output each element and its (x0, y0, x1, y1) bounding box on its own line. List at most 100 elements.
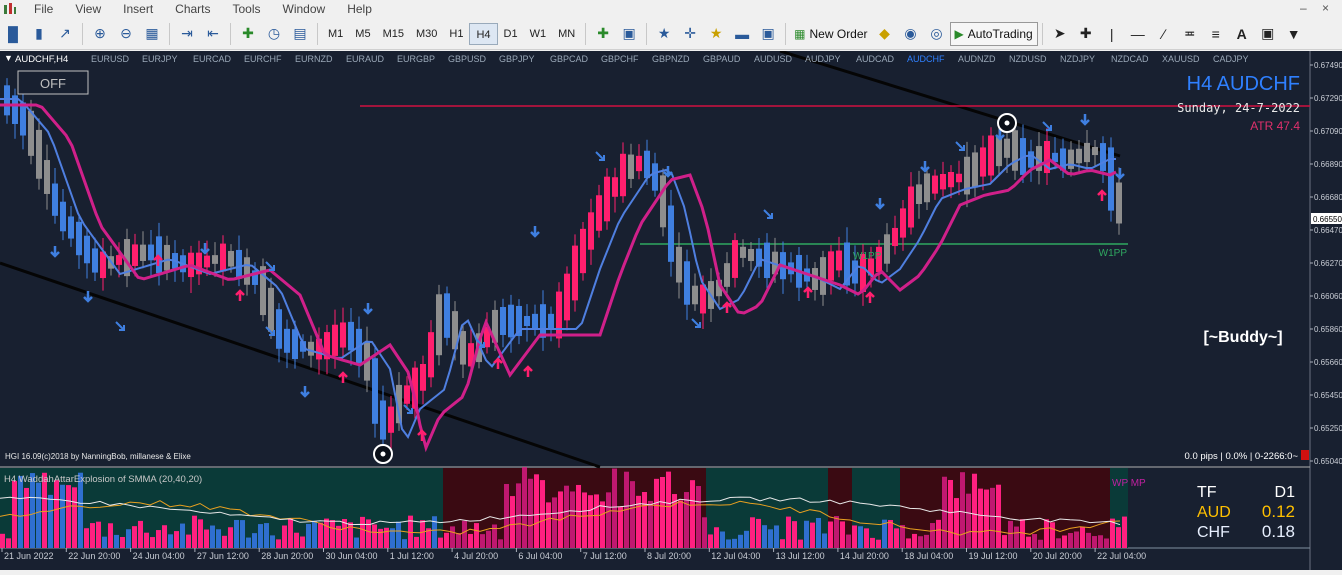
zoom-out-icon[interactable]: ⊖ (115, 23, 137, 45)
price-chart[interactable]: ▼ AUDCHF,H4 OFF EURUSD EURJPY EURCAD EURCHF… (0, 49, 1342, 570)
swing-low-marker[interactable] (373, 444, 393, 464)
cursor-icon[interactable]: ➤ (1049, 23, 1071, 45)
new-order-button[interactable]: ▦ New Order (790, 22, 871, 46)
pair-eurcad[interactable]: EURCAD (193, 54, 232, 64)
templates-icon[interactable]: ▤ (289, 23, 311, 45)
arrows-tool-icon[interactable]: ▼ (1283, 23, 1305, 45)
label-tool-icon[interactable]: ▣ (1257, 23, 1279, 45)
periods-icon[interactable]: ◷ (263, 23, 285, 45)
pair-audusd[interactable]: AUDUSD (754, 54, 793, 64)
navigator-icon[interactable]: ★ (705, 23, 727, 45)
candle-body (532, 313, 538, 329)
histogram-bar (612, 468, 617, 548)
close-all-icon[interactable] (1301, 450, 1309, 460)
pair-gbpaud[interactable]: GBPAUD (703, 54, 741, 64)
zoom-in-icon[interactable]: ⊕ (89, 23, 111, 45)
terminal-icon[interactable]: ▬ (731, 23, 753, 45)
candle-body (236, 249, 242, 279)
menu-window[interactable]: Window (272, 2, 337, 16)
tile-windows-icon[interactable]: ▦ (141, 23, 163, 45)
upper-trendline[interactable] (779, 49, 1121, 158)
menu-charts[interactable]: Charts (164, 2, 221, 16)
pair-nzdcad[interactable]: NZDCAD (1111, 54, 1149, 64)
text-tool-icon[interactable]: A (1231, 23, 1253, 45)
histogram-bar (444, 532, 449, 548)
histogram-bar (846, 534, 851, 548)
app-logo-icon (4, 3, 16, 14)
candle-body (444, 293, 450, 338)
pair-gbpnzd[interactable]: GBPNZD (652, 54, 690, 64)
pair-eurchf[interactable]: EURCHF (244, 54, 282, 64)
histogram-bar (858, 526, 863, 548)
chart-dropdown-icon[interactable]: ▼ (4, 53, 13, 63)
pair-eurusd[interactable]: EURUSD (91, 54, 130, 64)
horizontal-line-icon[interactable]: — (1127, 23, 1149, 45)
pair-eurgbp[interactable]: EURGBP (397, 54, 435, 64)
timeframe-d1[interactable]: D1 (498, 23, 524, 45)
pair-audjpy[interactable]: AUDJPY (805, 54, 841, 64)
vertical-line-icon[interactable]: | (1101, 23, 1123, 45)
equidistant-channel-icon[interactable]: ≖ (1179, 23, 1201, 45)
pair-nzdusd[interactable]: NZDUSD (1009, 54, 1047, 64)
pair-euraud[interactable]: EURAUD (346, 54, 385, 64)
crosshair-tool-icon[interactable]: ✚ (1075, 23, 1097, 45)
candle-body (228, 250, 234, 267)
pair-gbpusd[interactable]: GBPUSD (448, 54, 487, 64)
pair-cadjpy[interactable]: CADJPY (1213, 54, 1249, 64)
pair-gbpcad[interactable]: GBPCAD (550, 54, 589, 64)
indicators-icon[interactable]: ✚ (237, 23, 259, 45)
timeframe-h4[interactable]: H4 (469, 22, 498, 45)
histogram-bar (822, 533, 827, 548)
candle-body (292, 329, 298, 360)
pair-eurjpy[interactable]: EURJPY (142, 54, 178, 64)
pair-gbpchf[interactable]: GBPCHF (601, 54, 639, 64)
pair-audnzd[interactable]: AUDNZD (958, 54, 996, 64)
pair-nzdjpy[interactable]: NZDJPY (1060, 54, 1095, 64)
bar-chart-icon[interactable]: █ (2, 23, 24, 45)
minimize-icon[interactable]: – (1300, 1, 1307, 15)
line-chart-icon[interactable]: ↗ (54, 23, 76, 45)
pair-audchf[interactable]: AUDCHF (907, 54, 945, 64)
sell-signal-arrow (50, 246, 60, 258)
sell-signal-arrow (530, 226, 540, 238)
autotrading-button[interactable]: ▶ AutoTrading (949, 21, 1038, 46)
menu-tools[interactable]: Tools (222, 2, 272, 16)
chart-shift-icon[interactable]: ⇤ (202, 23, 224, 45)
candle-body (1004, 138, 1010, 158)
swing-high-marker[interactable] (997, 113, 1017, 133)
pair-xauusd[interactable]: XAUUSD (1162, 54, 1200, 64)
pair-eurnzd[interactable]: EURNZD (295, 54, 333, 64)
menu-help[interactable]: Help (336, 2, 383, 16)
menu-view[interactable]: View (64, 2, 112, 16)
candle-body (748, 248, 754, 262)
close-icon[interactable]: × (1322, 1, 1329, 15)
signals-icon[interactable]: ◎ (926, 23, 948, 45)
new-chart-icon[interactable]: ✚ (592, 23, 614, 45)
timeframe-mn[interactable]: MN (552, 23, 581, 45)
histogram-bar (990, 487, 995, 548)
trendline-icon[interactable]: ∕ (1153, 23, 1175, 45)
menu-file[interactable]: File (23, 2, 64, 16)
candlestick-icon[interactable]: ▮ (28, 23, 50, 45)
chart-window[interactable]: ▼ AUDCHF,H4 OFF EURUSD EURJPY EURCAD EURCHF… (0, 49, 1342, 570)
tester-icon[interactable]: ▣ (757, 23, 779, 45)
candle-body (84, 235, 90, 264)
timeframe-m5[interactable]: M5 (349, 23, 376, 45)
timeframe-m30[interactable]: M30 (410, 23, 443, 45)
timeframe-w1[interactable]: W1 (524, 23, 553, 45)
histogram-bar (66, 485, 71, 548)
profiles-icon[interactable]: ▣ (618, 23, 640, 45)
timeframe-m15[interactable]: M15 (377, 23, 410, 45)
pair-gbpjpy[interactable]: GBPJPY (499, 54, 535, 64)
crosshair-icon[interactable]: ✛ (679, 23, 701, 45)
auto-scroll-icon[interactable]: ⇥ (176, 23, 198, 45)
fibonacci-icon[interactable]: ≡ (1205, 23, 1227, 45)
timeframe-m1[interactable]: M1 (322, 23, 349, 45)
histogram-bar (252, 533, 257, 548)
metaeditor-icon[interactable]: ◆ (874, 23, 896, 45)
menu-insert[interactable]: Insert (112, 2, 164, 16)
market-watch-icon[interactable]: ★ (653, 23, 675, 45)
timeframe-h1[interactable]: H1 (443, 23, 469, 45)
pair-audcad[interactable]: AUDCAD (856, 54, 895, 64)
options-icon[interactable]: ◉ (900, 23, 922, 45)
